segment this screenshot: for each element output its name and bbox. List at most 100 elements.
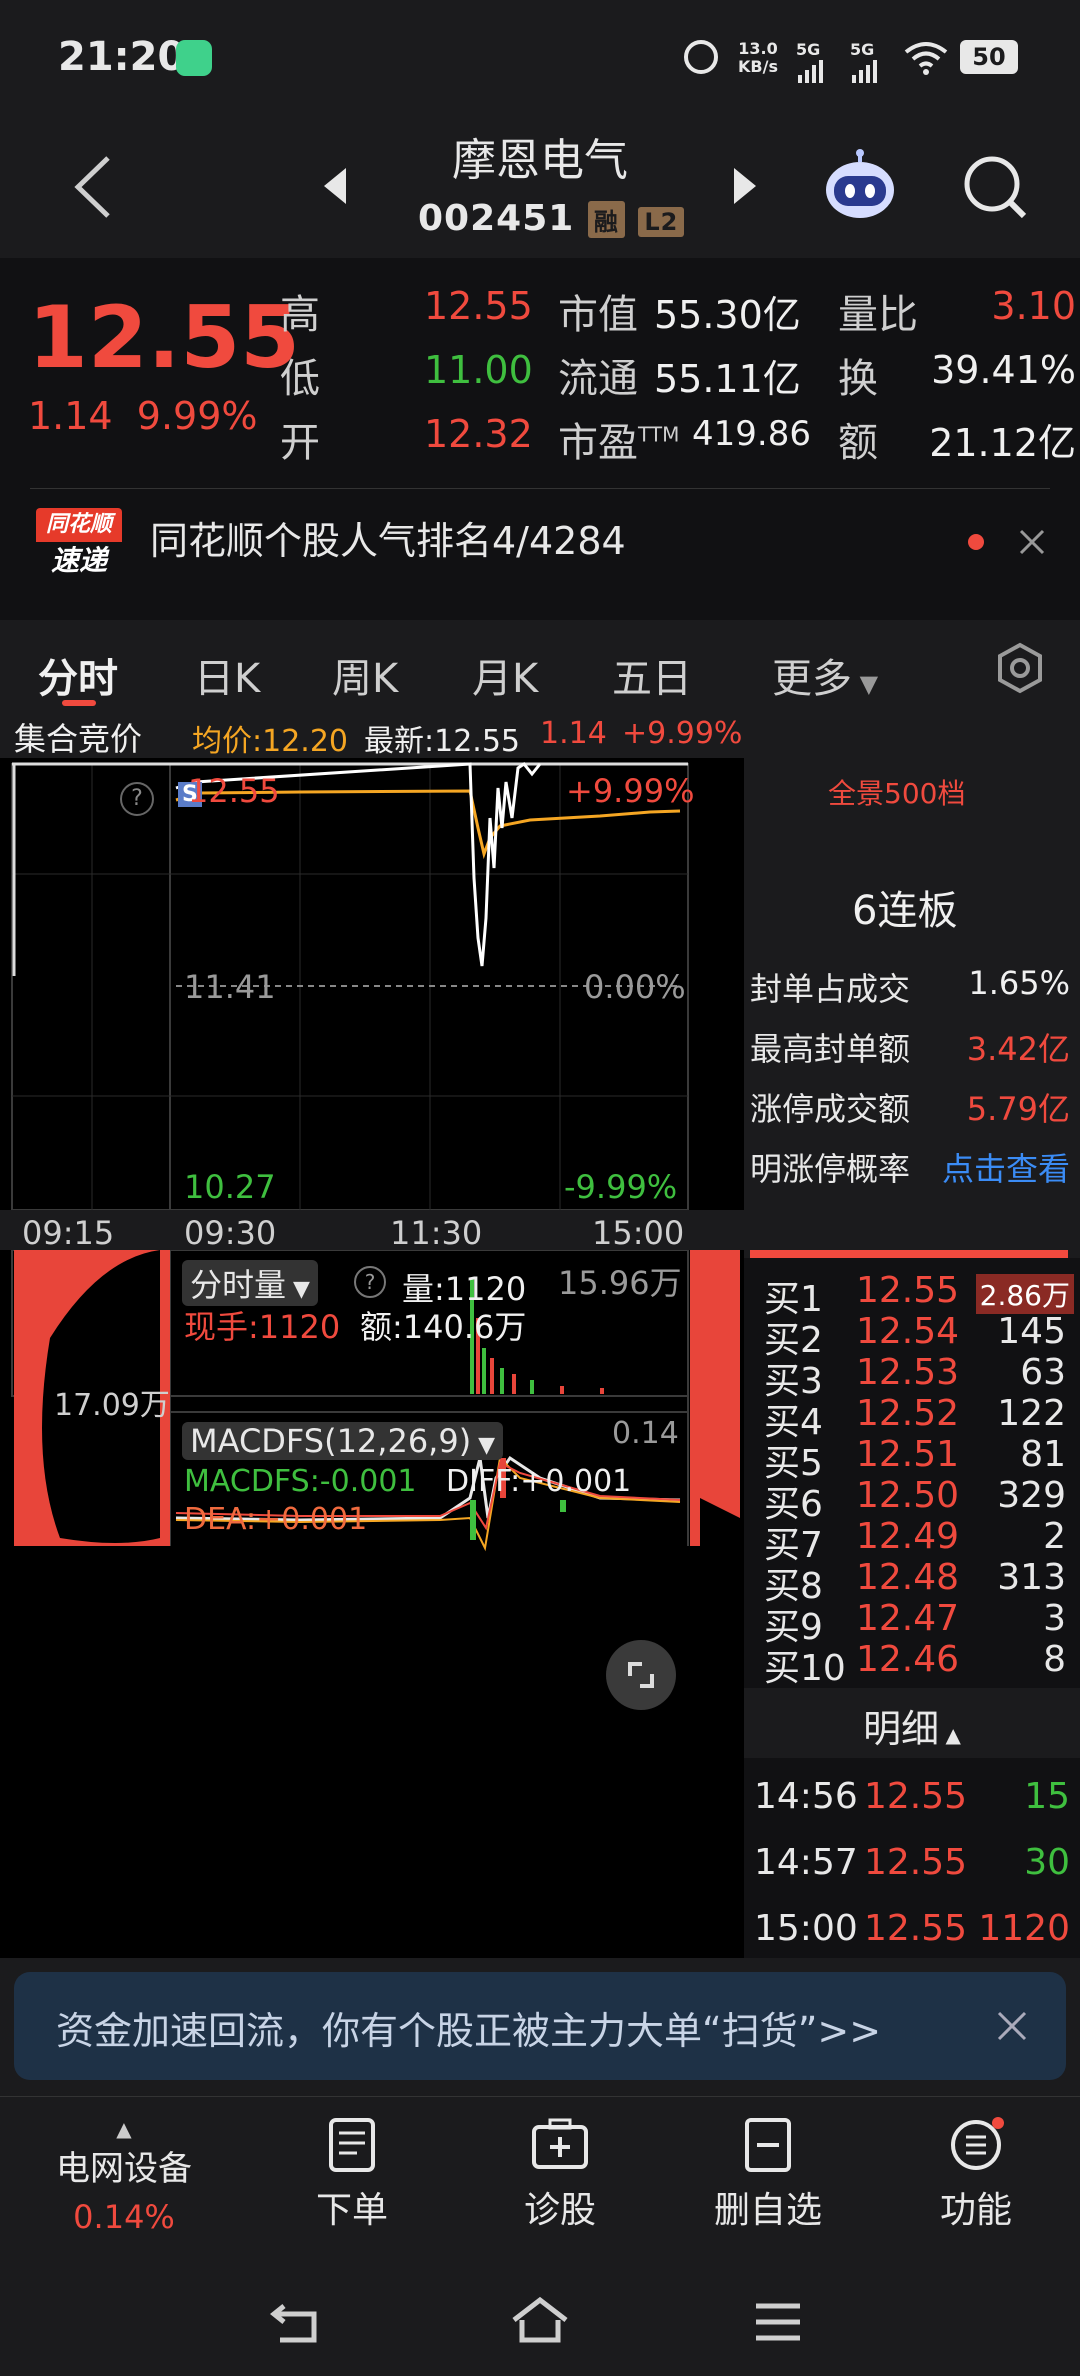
open-value: 12.32 <box>424 412 533 456</box>
volume-help-icon[interactable]: ? <box>354 1266 386 1298</box>
latest-change-pct: +9.99% <box>622 716 743 751</box>
tab-weekly-k[interactable]: 周K <box>332 646 398 704</box>
limit-prob-row: 明涨停概率 点击查看 <box>750 1144 1070 1190</box>
stock-code: 002451 融 L2 <box>418 198 685 239</box>
rong-badge: 融 <box>587 201 625 238</box>
signal-icon-1: 5G <box>796 40 826 83</box>
high-label: 高 <box>280 292 320 338</box>
call-auction-label: 集合竞价 <box>14 720 143 758</box>
detail-header[interactable]: 明细 ▲ <box>744 1698 1080 1758</box>
place-order-button[interactable]: 下单 <box>262 2117 442 2233</box>
axis-mid-price: 11.41 <box>184 968 276 1006</box>
trade-row: 15:00 12.55 1120 <box>754 1908 1070 1949</box>
time-0915: 09:15 <box>22 1214 115 1252</box>
seal-ratio-row: 封单占成交 1.65% <box>750 964 1070 1008</box>
net-speed: 13.0 KB/s <box>738 39 778 76</box>
turnover-value: 39.41% <box>931 348 1076 392</box>
help-icon[interactable]: ? <box>120 782 154 816</box>
axis-mid-pct: 0.00% <box>584 968 686 1006</box>
functions-button[interactable]: 功能 <box>886 2117 1066 2233</box>
last-price: 12.55 <box>28 288 301 388</box>
amount-value: 21.12亿 <box>929 421 1076 465</box>
unread-dot <box>968 534 984 550</box>
mcap-label: 市值 <box>558 292 638 338</box>
system-nav-bar <box>0 2276 1080 2376</box>
tab-intraday[interactable]: 分时 <box>38 646 118 704</box>
view-probability-link[interactable]: 点击查看 <box>942 1144 1070 1190</box>
close-icon[interactable] <box>1018 528 1046 556</box>
orderbook-divider <box>750 1250 1068 1258</box>
bid-row: 买8 12.48 313 <box>764 1557 1066 1607</box>
chart-tabs: 分时 日K 周K 月K 五日 更多 ▼ <box>0 606 1080 720</box>
bid-row: 买7 12.49 2 <box>764 1516 1066 1566</box>
order-icon <box>329 2118 375 2172</box>
macd-indicator-select[interactable]: MACDFS(12,26,9) ▼ <box>182 1422 504 1460</box>
tab-five-day[interactable]: 五日 <box>612 646 692 704</box>
price-change: 1.14 9.99% <box>28 394 258 438</box>
bid-row: 买5 12.51 81 <box>764 1434 1066 1484</box>
chart-svg <box>11 761 740 1552</box>
next-stock-icon[interactable] <box>730 166 760 206</box>
bid-row: 买3 12.53 63 <box>764 1352 1066 1402</box>
latest-change: 1.14 <box>540 716 607 751</box>
time-1130: 11:30 <box>390 1214 483 1252</box>
limit-amount-row: 涨停成交额 5.79亿 <box>750 1090 1070 1128</box>
bid-row: 买9 12.47 3 <box>764 1598 1066 1648</box>
news-banner[interactable]: 同花顺 速递 同花顺个股人气排名4/4284 <box>0 488 1080 606</box>
high-value: 12.55 <box>424 284 533 328</box>
robot-assistant-icon[interactable] <box>822 148 898 224</box>
diagnose-icon <box>532 2118 588 2169</box>
time-axis: 09:15 09:30 11:30 15:00 <box>0 1210 744 1252</box>
stock-name: 摩恩电气 <box>452 135 628 186</box>
tab-daily-k[interactable]: 日K <box>194 646 260 704</box>
bid-row: 买2 12.54 145 <box>764 1311 1066 1361</box>
alarm-icon <box>684 40 718 74</box>
axis-top-price: 12.55 <box>188 772 280 810</box>
search-icon[interactable] <box>960 152 1030 222</box>
diff-value: DIFF:+0.001 <box>446 1464 632 1499</box>
low-value: 11.00 <box>424 348 533 392</box>
sort-up-icon: ▲ <box>939 1723 961 1747</box>
chart-settings-icon[interactable] <box>994 642 1046 694</box>
volume-left-label: 17.09万 <box>54 1388 170 1423</box>
remove-watchlist-button[interactable]: 删自选 <box>678 2117 858 2233</box>
bottom-nav: ▲ 电网设备 0.14% 下单 诊股 删自选 功能 <box>0 2096 1080 2277</box>
signal-icon-2: 5G <box>850 40 880 83</box>
quote-panel: 12.55 1.14 9.99% 高 低 开 12.55 11.00 12.32… <box>0 258 1080 488</box>
open-label: 开 <box>280 420 320 466</box>
full-500-button[interactable]: 全景500档 <box>828 772 965 812</box>
latest-price: 最新:12.55 <box>364 724 520 759</box>
menu-nav-icon[interactable] <box>752 2300 804 2344</box>
back-nav-icon[interactable] <box>270 2298 326 2348</box>
axis-top-pct: +9.99% <box>566 772 695 810</box>
time-0930: 09:30 <box>184 1214 277 1252</box>
close-icon[interactable] <box>996 2010 1028 2042</box>
detail-list: 14:56 12.55 15 14:57 12.55 30 15:00 12.55 1120 <box>744 1758 1080 1958</box>
tab-monthly-k[interactable]: 月K <box>472 646 538 704</box>
turnover-label: 换 <box>838 356 878 402</box>
promo-banner[interactable]: 资金加速回流，你有个股正被主力大单“扫货”>> <box>14 1972 1066 2080</box>
dea-value: DEA:+0.001 <box>184 1502 368 1537</box>
diagnose-button[interactable]: 诊股 <box>470 2117 650 2233</box>
low-label: 低 <box>280 356 320 402</box>
avg-price: 均价:12.20 <box>192 724 348 759</box>
menu-circle-icon <box>951 2117 1004 2170</box>
time-1500: 15:00 <box>592 1214 685 1252</box>
orderbook: 买1 12.55 2.86万 买2 12.54 145 买3 12.53 63 买4 12.5… <box>744 1258 1080 1689</box>
pe-value: 419.86 <box>692 414 811 454</box>
volume-mode-select[interactable]: 分时量 ▼ <box>182 1260 318 1306</box>
float-label: 流通 <box>558 356 638 402</box>
tab-more[interactable]: 更多 ▼ <box>772 646 878 704</box>
chevron-down-icon: ▼ <box>471 1433 496 1458</box>
axis-bot-price: 10.27 <box>184 1168 276 1206</box>
home-nav-icon[interactable] <box>510 2296 570 2346</box>
bid-row: 买10 12.46 8 <box>764 1639 1066 1689</box>
right-panel: 全景500档 6连板 封单占成交 1.65% 最高封单额 3.42亿 涨停成交额 5.… <box>744 758 1080 1958</box>
intraday-chart[interactable]: ? S 12.55 +9.99% 11.41 0.00% 10.27 -9.99… <box>0 758 744 1958</box>
sector-button[interactable]: ▲ 电网设备 0.14% <box>34 2117 214 2236</box>
fullscreen-icon[interactable] <box>606 1640 676 1710</box>
float-value: 55.11亿 <box>654 357 801 401</box>
remove-icon <box>745 2118 791 2172</box>
stock-header: 摩恩电气 002451 融 L2 <box>0 118 1080 258</box>
trade-row: 14:56 12.55 15 <box>754 1776 1070 1817</box>
